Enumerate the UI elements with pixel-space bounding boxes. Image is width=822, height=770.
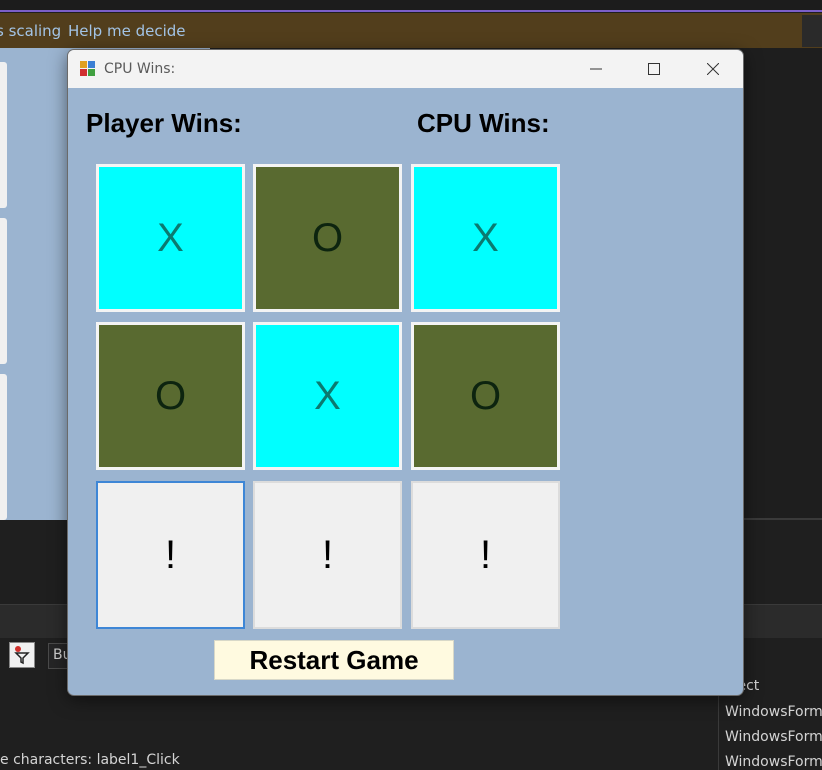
- maximize-icon: [648, 63, 660, 75]
- list-item[interactable]: WindowsForms: [725, 754, 822, 770]
- cell-9[interactable]: !: [411, 481, 560, 629]
- designer-pane: [0, 218, 7, 364]
- list-item[interactable]: WindowsForms: [725, 729, 822, 745]
- close-icon: [707, 63, 719, 75]
- window-titlebar[interactable]: CPU Wins:: [68, 50, 743, 88]
- cell-3[interactable]: X: [411, 164, 560, 312]
- maximize-button[interactable]: [625, 50, 683, 88]
- minimize-icon: [590, 68, 602, 70]
- game-window: CPU Wins: Player Wins: CPU Wins: X O X O…: [68, 50, 743, 695]
- restart-game-button[interactable]: Restart Game: [214, 640, 454, 680]
- cell-4[interactable]: O: [96, 322, 245, 470]
- filter-icon: [14, 646, 30, 665]
- player-wins-label: Player Wins:: [86, 108, 242, 138]
- ide-title-strip: [0, 0, 822, 12]
- scaling-link[interactable]: s scaling: [0, 22, 61, 40]
- ide-info-bar: s scaling Help me decide: [0, 13, 822, 48]
- cell-2[interactable]: O: [253, 164, 402, 312]
- close-button[interactable]: [684, 50, 742, 88]
- cell-8[interactable]: !: [253, 481, 402, 629]
- cell-6[interactable]: O: [411, 322, 560, 470]
- filter-button[interactable]: [9, 642, 35, 668]
- help-me-decide-link[interactable]: Help me decide: [68, 22, 186, 40]
- window-title: CPU Wins:: [104, 61, 176, 77]
- cpu-wins-label: CPU Wins:: [417, 108, 550, 138]
- infobar-close-button[interactable]: [802, 15, 822, 47]
- cell-5[interactable]: X: [253, 322, 402, 470]
- minimize-button[interactable]: [567, 50, 625, 88]
- designer-pane: [0, 62, 7, 208]
- cell-1[interactable]: X: [96, 164, 245, 312]
- cell-7[interactable]: !: [96, 481, 245, 629]
- list-item[interactable]: WindowsForms: [725, 704, 822, 720]
- app-icon: [80, 61, 96, 77]
- status-text: e characters: label1_Click: [0, 752, 180, 768]
- designer-pane: [0, 374, 7, 520]
